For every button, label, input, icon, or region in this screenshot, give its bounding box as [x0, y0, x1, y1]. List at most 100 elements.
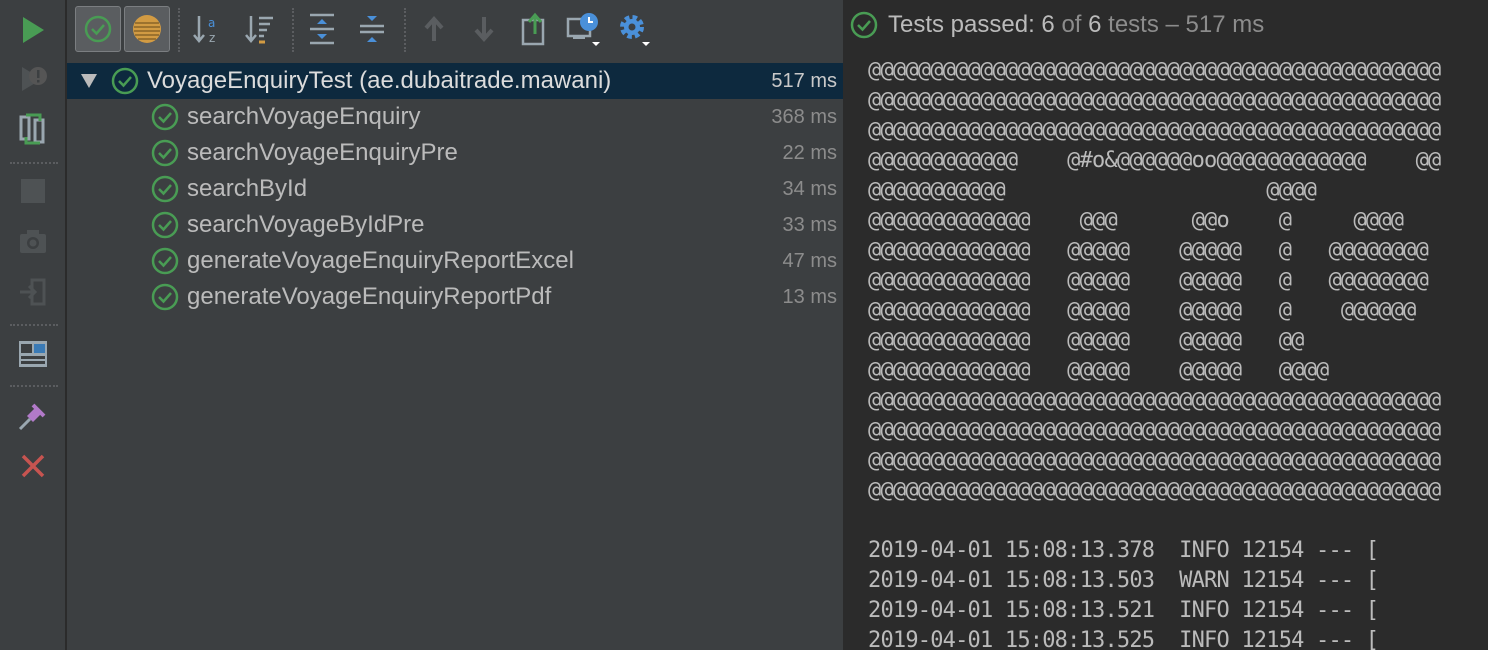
console-line: @@@@@@@@@@@@@@@@@@@@@@@@@@@@@@@@@@@@@@@@…: [868, 58, 1441, 83]
status-duration: 517 ms: [1185, 11, 1265, 38]
status-dash: –: [1158, 11, 1186, 38]
top-toolbar: a z: [67, 0, 843, 60]
svg-text:a: a: [208, 16, 215, 30]
console-line: 2019-04-01 15:08:13.503 WARN 12154 --- [: [868, 568, 1379, 593]
pin-tab-icon: [18, 403, 46, 431]
rerun-failed-button[interactable]: [16, 62, 50, 96]
tree-row[interactable]: searchVoyageEnquiryPre 22 ms: [67, 135, 843, 171]
check-passed-icon: [151, 247, 179, 275]
rerun-button[interactable]: [16, 13, 50, 47]
console-line: @@@@@@@@@@@@@ @@@ @@o @ @@@@: [868, 208, 1404, 233]
export-button[interactable]: [16, 275, 50, 309]
svg-text:z: z: [209, 31, 215, 45]
show-passed-button[interactable]: [75, 6, 121, 52]
status-text: Tests passed: 6 of 6 tests – 517 ms: [888, 11, 1264, 39]
status-of: of: [1054, 11, 1089, 38]
tree-root-label: VoyageEnquiryTest (ae.dubaitrade.mawani): [147, 67, 612, 94]
console-line: @@@@@@@@@@@@ @#o&@@@@@@oo@@@@@@@@@@@@ @@: [868, 148, 1441, 173]
layout-button[interactable]: [16, 337, 50, 371]
console-line: @@@@@@@@@@@@@ @@@@@ @@@@@ @ @@@@@@@@: [868, 268, 1429, 293]
expand-arrow-icon[interactable]: [81, 74, 97, 88]
status-prefix: Tests passed:: [888, 11, 1042, 38]
test-history-button[interactable]: [561, 6, 607, 52]
console-line: @@@@@@@@@@@@@@@@@@@@@@@@@@@@@@@@@@@@@@@@…: [868, 448, 1441, 473]
toolbar-separator: [292, 8, 294, 52]
export-results-button[interactable]: [511, 6, 557, 52]
console-line: @@@@@@@@@@@@@ @@@@@ @@@@@ @@: [868, 328, 1304, 353]
settings-button[interactable]: [611, 6, 657, 52]
tree-row[interactable]: generateVoyageEnquiryReportExcel 47 ms: [67, 243, 843, 279]
toolbar-separator: [10, 162, 58, 164]
console-line: @@@@@@@@@@@@@@@@@@@@@@@@@@@@@@@@@@@@@@@@…: [868, 388, 1441, 413]
rerun-failed-icon: [22, 67, 47, 91]
sort-by-duration-button[interactable]: [237, 6, 283, 52]
console-line: @@@@@@@@@@@@@@@@@@@@@@@@@@@@@@@@@@@@@@@@…: [868, 418, 1441, 443]
console-line: @@@@@@@@@@@@@@@@@@@@@@@@@@@@@@@@@@@@@@@@…: [868, 88, 1441, 113]
check-passed-icon: [850, 11, 878, 39]
console-line: 2019-04-01 15:08:13.525 INFO 12154 --- [: [868, 628, 1379, 650]
layout-icon: [19, 341, 47, 367]
close-button[interactable]: [16, 449, 50, 483]
dump-threads-button[interactable]: [16, 225, 50, 259]
tree-row-label: searchVoyageEnquiry: [187, 103, 421, 130]
export-icon: [20, 278, 46, 306]
toggle-auto-test-button[interactable]: [16, 112, 50, 146]
console-line: @@@@@@@@@@@ @@@@: [868, 178, 1317, 203]
check-passed-icon: [151, 211, 179, 239]
stop-button[interactable]: [16, 174, 50, 208]
previous-failed-button[interactable]: [411, 6, 457, 52]
settings-icon: [620, 15, 650, 46]
dump-threads-icon: [20, 230, 46, 253]
tree-row-label: searchVoyageEnquiryPre: [187, 139, 458, 166]
next-failed-button[interactable]: [461, 6, 507, 52]
close-icon: [21, 454, 45, 478]
tree-row-label: generateVoyageEnquiryReportPdf: [187, 283, 552, 310]
check-passed-icon: [151, 175, 179, 203]
toggle-auto-test-icon: [19, 113, 45, 145]
tree-root-row[interactable]: VoyageEnquiryTest (ae.dubaitrade.mawani)…: [67, 63, 843, 99]
left-toolbar: [0, 0, 66, 650]
show-ignored-button[interactable]: [124, 6, 170, 52]
console-line: @@@@@@@@@@@@@ @@@@@ @@@@@ @ @@@@@@: [868, 298, 1416, 323]
tree-row[interactable]: searchById 34 ms: [67, 171, 843, 207]
expand-all-icon: [310, 13, 334, 45]
test-status: Tests passed: 6 of 6 tests – 517 ms: [845, 0, 1488, 50]
sort-alphabetically-icon: a z: [193, 16, 215, 45]
tree-row[interactable]: searchVoyageEnquiry 368 ms: [67, 99, 843, 135]
tree-row-time: 34 ms: [782, 177, 837, 200]
tree-row-time: 368 ms: [771, 105, 837, 128]
tree-row[interactable]: generateVoyageEnquiryReportPdf 13 ms: [67, 279, 843, 315]
console-output[interactable]: @@@@@@@@@@@@@@@@@@@@@@@@@@@@@@@@@@@@@@@@…: [845, 56, 1488, 650]
collapse-all-icon: [360, 16, 384, 42]
sort-by-duration-icon: [245, 16, 273, 44]
export-results-icon: [521, 12, 545, 46]
console-line: 2019-04-01 15:08:13.378 INFO 12154 --- [: [868, 538, 1379, 563]
check-passed-icon: [111, 67, 139, 95]
pin-tab-button[interactable]: [16, 399, 50, 433]
console-line: 2019-04-01 15:08:13.521 INFO 12154 --- [: [868, 598, 1379, 623]
rerun-icon: [23, 17, 44, 43]
toolbar-separator: [10, 385, 58, 387]
show-ignored-icon: [133, 15, 161, 43]
tree-row-time: 22 ms: [782, 141, 837, 164]
toolbar-separator: [404, 8, 406, 52]
check-passed-icon: [151, 283, 179, 311]
toolbar-separator: [10, 324, 58, 326]
test-history-icon: [566, 13, 600, 46]
collapse-all-button[interactable]: [349, 6, 395, 52]
tree-row-label: generateVoyageEnquiryReportExcel: [187, 247, 574, 274]
status-passed-count: 6: [1041, 11, 1055, 38]
tree-root-time: 517 ms: [771, 69, 837, 92]
stop-icon: [21, 179, 45, 203]
check-passed-icon: [151, 139, 179, 167]
sort-alphabetically-button[interactable]: a z: [185, 6, 231, 52]
test-tree: VoyageEnquiryTest (ae.dubaitrade.mawani)…: [67, 60, 843, 650]
show-passed-icon: [84, 15, 112, 43]
previous-failed-icon: [424, 15, 444, 41]
tree-row[interactable]: searchVoyageByIdPre 33 ms: [67, 207, 843, 243]
expand-all-button[interactable]: [299, 6, 345, 52]
console-line: @@@@@@@@@@@@@ @@@@@ @@@@@ @@@@: [868, 358, 1329, 383]
tree-row-time: 13 ms: [782, 285, 837, 308]
status-suffix: tests: [1101, 11, 1159, 38]
tree-row-label: searchVoyageByIdPre: [187, 211, 425, 238]
